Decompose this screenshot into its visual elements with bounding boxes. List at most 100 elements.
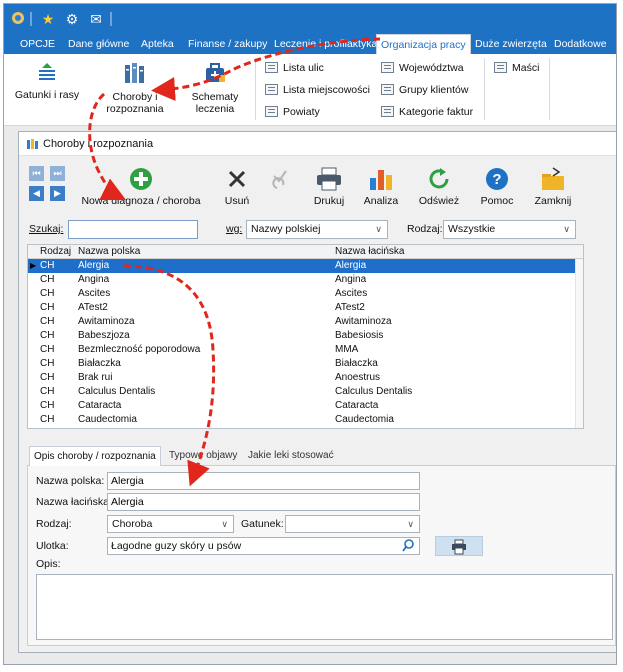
disease-detail-panel: Nazwa polska: Nazwa łacińska: Rodzaj: Ch… — [27, 466, 616, 646]
svg-text:?: ? — [492, 171, 501, 188]
tab-opcje[interactable]: OPCJE — [16, 34, 59, 54]
ointments-button[interactable]: Maści — [494, 60, 539, 76]
app-logo-icon — [10, 10, 26, 28]
print-button[interactable]: Drukuj — [309, 166, 349, 207]
cell-latin-name: Alergia — [335, 260, 367, 271]
table-row[interactable]: CH Ascites Ascites — [28, 287, 583, 301]
tab-dodatkowe[interactable]: Dodatkowe — [550, 34, 611, 54]
table-row[interactable]: CH Caudectomia Caudectomia — [28, 413, 583, 427]
diseases-button[interactable]: Choroby i rozpoznania — [100, 62, 170, 115]
quick-access-toolbar: ★ ⚙ ✉ — [4, 4, 616, 34]
leaflet-field[interactable]: Łagodne guzy skóry u psów — [107, 537, 420, 555]
next-record-button[interactable]: ▶ — [50, 186, 65, 201]
tab-finanse-zakupy[interactable]: Finanse / zakupy — [184, 34, 271, 54]
folder-exit-icon — [531, 166, 575, 192]
delete-button[interactable]: Usuń — [219, 166, 255, 207]
previous-record-button[interactable]: ◀ — [29, 186, 44, 201]
voivodeships-button[interactable]: Województwa — [381, 60, 464, 76]
streets-list-button[interactable]: Lista ulic — [265, 60, 324, 76]
latin-name-field[interactable] — [107, 493, 420, 511]
settings-gear-icon[interactable]: ⚙ — [64, 10, 80, 28]
table-row[interactable]: CH ATest2 ATest2 — [28, 301, 583, 315]
chevron-down-icon: ∨ — [563, 224, 570, 234]
table-row[interactable]: CH Bezmleczność poporodowa MMA — [28, 343, 583, 357]
status-area — [4, 656, 616, 664]
cell-latin-name: Babesiosis — [335, 330, 384, 341]
species-breeds-label: Gatunki i rasy — [14, 89, 80, 101]
cell-latin-name: Angina — [335, 274, 367, 285]
species-breeds-button[interactable]: Gatunki i rasy — [12, 62, 82, 101]
kind-filter-label: Rodzaj: — [407, 223, 443, 235]
column-header-polish-name[interactable]: Nazwa polska — [78, 246, 140, 257]
close-window-button[interactable]: Zamknij — [531, 166, 575, 207]
refresh-icon — [417, 166, 461, 192]
treatment-schemes-button[interactable]: Schematy leczenia — [184, 62, 246, 115]
table-row[interactable]: CH Brak rui Anoestrus — [28, 371, 583, 385]
tab-apteka[interactable]: Apteka — [137, 34, 178, 54]
cell-latin-name: Awitaminoza — [335, 316, 392, 327]
cell-polish-name: Babeszjoza — [78, 330, 130, 341]
tab-which-drugs[interactable]: Jakie leki stosować — [244, 446, 338, 466]
table-row[interactable]: CH Cataracta Cataracta — [28, 399, 583, 413]
polish-name-field[interactable] — [107, 472, 420, 490]
tab-duze-zwierzeta[interactable]: Duże zwierzęta — [471, 34, 551, 54]
first-record-button[interactable]: ⏮ — [29, 166, 44, 181]
client-groups-label: Grupy klientów — [399, 84, 469, 96]
description-textarea[interactable] — [36, 574, 613, 640]
cell-polish-name: Caudectomia — [78, 414, 137, 425]
tab-typical-symptoms[interactable]: Typowe objawy — [165, 446, 241, 466]
cell-kind: CH — [40, 372, 55, 383]
search-label: Szukaj: — [29, 223, 64, 235]
table-row[interactable]: CH Białaczka Białaczka — [28, 357, 583, 371]
column-header-kind[interactable]: Rodzaj — [40, 246, 71, 257]
towns-list-button[interactable]: Lista miejscowości — [265, 82, 370, 98]
books-icon — [100, 62, 170, 87]
client-groups-button[interactable]: Grupy klientów — [381, 82, 468, 98]
list-icon — [265, 106, 278, 117]
printer-icon — [309, 166, 349, 192]
refresh-button[interactable]: Odśwież — [417, 166, 461, 207]
kind-select[interactable]: Choroba ∨ — [107, 515, 234, 533]
cell-kind: CH — [40, 288, 55, 299]
toolbar-separator — [30, 12, 32, 26]
kind-label: Rodzaj: — [36, 518, 72, 530]
last-record-button[interactable]: ⏭ — [50, 166, 65, 181]
table-row[interactable]: CH Awitaminoza Awitaminoza — [28, 315, 583, 329]
printer-icon — [450, 539, 468, 558]
search-icon[interactable] — [402, 538, 415, 558]
tab-organizacja-pracy[interactable]: Organizacja pracy — [376, 34, 471, 55]
help-button[interactable]: ? Pomoc — [477, 166, 517, 207]
cell-polish-name: Alergia — [78, 260, 110, 271]
search-input[interactable] — [68, 220, 198, 239]
table-row[interactable]: ▶ CH Alergia Alergia — [28, 259, 583, 273]
invoice-categories-button[interactable]: Kategorie faktur — [381, 104, 473, 120]
ribbon-separator — [484, 58, 485, 120]
confirm-button[interactable] — [267, 166, 293, 195]
counties-label: Powiaty — [283, 106, 320, 118]
search-by-select[interactable]: Nazwy polskiej ∨ — [246, 220, 388, 239]
kind-filter-value: Wszystkie — [448, 223, 496, 235]
species-select[interactable]: ∨ — [285, 515, 420, 533]
table-row[interactable]: CH Babeszjoza Babesiosis — [28, 329, 583, 343]
counties-button[interactable]: Powiaty — [265, 104, 320, 120]
favorites-star-icon[interactable]: ★ — [40, 10, 56, 28]
table-scrollbar[interactable] — [575, 259, 583, 428]
tab-disease-description[interactable]: Opis choroby / rozpoznania — [29, 446, 161, 467]
diseases-table: Rodzaj Nazwa polska Nazwa łacińska ▶ CH Al… — [27, 244, 584, 429]
diseases-window: Choroby i rozpoznania ⏮ ⏭ ◀ ▶ Nowa diagn… — [18, 131, 616, 653]
tab-dane-glowne[interactable]: Dane główne — [64, 34, 133, 54]
column-header-latin-name[interactable]: Nazwa łacińska — [335, 246, 404, 257]
print-leaflet-button[interactable] — [435, 536, 483, 556]
analysis-button[interactable]: Analiza — [361, 166, 401, 207]
table-row[interactable]: CH Angina Angina — [28, 273, 583, 287]
tab-leczenie[interactable]: Leczenie i profilaktyka — [270, 34, 381, 54]
ribbon-separator — [255, 58, 256, 120]
mail-icon[interactable]: ✉ — [88, 10, 104, 28]
kind-filter-select[interactable]: Wszystkie ∨ — [443, 220, 576, 239]
app-window: ★ ⚙ ✉ OPCJE Dane główne Apteka Finanse /… — [3, 3, 617, 665]
new-disease-button[interactable]: Nowa diagnoza / choroba — [81, 166, 201, 207]
table-row[interactable]: CH Calculus Dentalis Calculus Dentalis — [28, 385, 583, 399]
list-icon — [265, 84, 278, 95]
latin-name-label: Nazwa łacińska: — [36, 496, 112, 508]
detail-tabs: Opis choroby / rozpoznania Typowe objawy… — [27, 446, 616, 467]
